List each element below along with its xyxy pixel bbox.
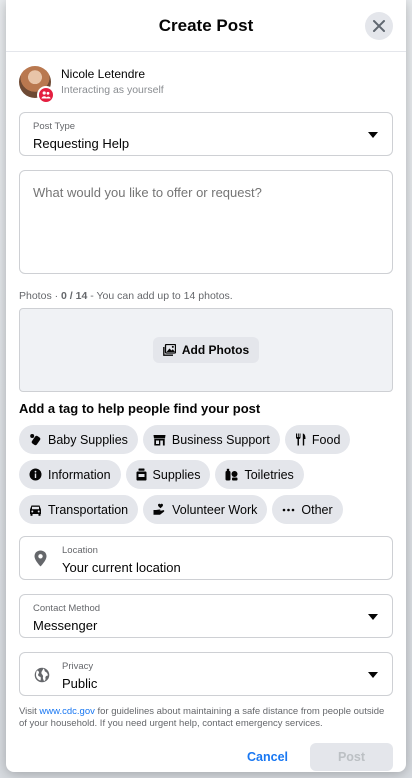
avatar-container bbox=[19, 66, 55, 104]
post-type-value: Requesting Help bbox=[33, 136, 130, 151]
tag-transportation[interactable]: Transportation bbox=[19, 495, 139, 524]
tag-label: Toiletries bbox=[244, 467, 294, 482]
post-type-select[interactable]: Post Type Requesting Help bbox=[19, 112, 393, 156]
add-photo-icon bbox=[162, 344, 176, 356]
author-subtitle: Interacting as yourself bbox=[61, 84, 164, 96]
tag-other[interactable]: Other bbox=[272, 495, 343, 524]
contact-method-value: Messenger bbox=[33, 618, 98, 633]
photos-hint: You can add up to 14 photos. bbox=[96, 290, 233, 302]
close-icon bbox=[373, 20, 385, 32]
description-input[interactable] bbox=[19, 170, 393, 274]
caret-down-icon bbox=[368, 132, 378, 138]
jar-icon bbox=[136, 468, 147, 481]
tag-food[interactable]: Food bbox=[284, 425, 351, 454]
utensils-icon bbox=[295, 433, 306, 446]
info-icon bbox=[29, 468, 42, 481]
globe-icon bbox=[34, 667, 50, 683]
tag-label: Baby Supplies bbox=[48, 432, 128, 447]
dialog-title: Create Post bbox=[158, 15, 254, 35]
tags-heading: Add a tag to help people find your post bbox=[19, 401, 261, 416]
location-value: Your current location bbox=[62, 560, 181, 575]
tag-label: Food bbox=[311, 432, 341, 447]
tag-label: Volunteer Work bbox=[172, 502, 258, 517]
tag-label: Other bbox=[301, 502, 333, 517]
add-photos-label: Add Photos bbox=[181, 343, 250, 357]
tag-label: Transportation bbox=[48, 502, 129, 517]
people-badge-icon bbox=[37, 86, 55, 104]
author-name: Nicole Letendre bbox=[61, 67, 146, 81]
tag-supplies[interactable]: Supplies bbox=[125, 460, 211, 489]
safety-footnote: Visit www.cdc.gov for guidelines about m… bbox=[19, 706, 393, 730]
tag-label: Information bbox=[48, 467, 111, 482]
cdc-link[interactable]: www.cdc.gov bbox=[39, 706, 94, 717]
privacy-label: Privacy bbox=[62, 661, 94, 672]
privacy-select[interactable]: Privacy Public bbox=[19, 652, 393, 696]
create-post-dialog: Create Post Nicole Letendre Interacting … bbox=[6, 0, 406, 772]
tag-label: Business Support bbox=[171, 432, 270, 447]
dialog-header: Create Post bbox=[6, 0, 406, 52]
privacy-value: Public bbox=[62, 676, 98, 691]
author-info: Nicole Letendre Interacting as yourself bbox=[61, 67, 164, 97]
tag-baby-supplies[interactable]: Baby Supplies bbox=[19, 425, 138, 454]
hand-heart-icon bbox=[153, 503, 165, 515]
cancel-button[interactable]: Cancel bbox=[235, 743, 300, 771]
location-label: Location bbox=[62, 545, 98, 556]
tag-toiletries[interactable]: Toiletries bbox=[215, 460, 304, 489]
contact-method-label: Contact Method bbox=[33, 603, 101, 614]
add-photos-button[interactable]: Add Photos bbox=[152, 337, 260, 363]
close-button[interactable] bbox=[365, 12, 393, 40]
storefront-icon bbox=[153, 434, 166, 445]
tag-information[interactable]: Information bbox=[19, 460, 121, 489]
tag-volunteer-work[interactable]: Volunteer Work bbox=[143, 495, 268, 524]
tag-label: Supplies bbox=[152, 467, 201, 482]
post-button[interactable]: Post bbox=[310, 743, 393, 771]
toiletries-icon bbox=[225, 468, 238, 481]
tag-list: Baby Supplies Business Support Food Info… bbox=[19, 425, 399, 524]
photos-count: 0 / 14 bbox=[61, 290, 88, 302]
photos-label: Photos bbox=[19, 290, 52, 302]
photo-dropzone[interactable]: Add Photos bbox=[19, 308, 393, 392]
caret-down-icon bbox=[368, 672, 378, 678]
dialog-actions: Cancel Post bbox=[19, 743, 393, 771]
photos-counter: Photos · 0 / 14 - You can add up to 14 p… bbox=[19, 290, 393, 303]
tag-business-support[interactable]: Business Support bbox=[142, 425, 280, 454]
contact-method-select[interactable]: Contact Method Messenger bbox=[19, 594, 393, 638]
location-pin-icon bbox=[34, 550, 47, 567]
car-icon bbox=[30, 505, 41, 516]
caret-down-icon bbox=[368, 614, 378, 620]
baby-bottle-icon bbox=[30, 434, 41, 446]
post-type-label: Post Type bbox=[33, 121, 76, 132]
location-field[interactable]: Location Your current location bbox=[19, 536, 393, 580]
footnote-prefix: Visit bbox=[19, 706, 40, 717]
author-row: Nicole Letendre Interacting as yourself bbox=[19, 65, 393, 104]
more-dots-icon bbox=[283, 508, 295, 511]
